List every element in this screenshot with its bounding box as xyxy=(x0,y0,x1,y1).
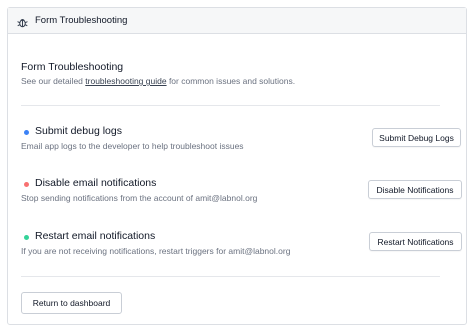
window-title: Form Troubleshooting xyxy=(35,15,128,26)
item-label: Submit debug logs xyxy=(35,125,122,137)
item-description: If you are not receiving notifications, … xyxy=(21,246,291,256)
status-dot xyxy=(24,235,29,240)
page-title: Form Troubleshooting xyxy=(21,61,124,73)
item-description: Email app logs to the developer to help … xyxy=(21,141,244,151)
divider xyxy=(21,105,440,106)
bug-icon xyxy=(17,15,28,28)
main-content: Form Troubleshooting See our detailed tr… xyxy=(21,34,462,324)
submit-debug-logs-button[interactable]: Submit Debug Logs xyxy=(372,128,461,147)
troubleshooting-guide-link[interactable]: troubleshooting guide xyxy=(85,76,166,86)
status-dot xyxy=(24,182,29,187)
status-dot xyxy=(24,130,29,135)
page-description: See our detailed troubleshooting guide f… xyxy=(21,76,295,86)
window-header: Form Troubleshooting xyxy=(8,8,466,34)
item-description: Stop sending notifications from the acco… xyxy=(21,193,258,203)
item-label: Restart email notifications xyxy=(35,230,156,242)
troubleshooting-window: Form Troubleshooting Form Troubleshootin… xyxy=(7,7,467,325)
description-text-start: See our detailed xyxy=(21,76,86,86)
item-label: Disable email notifications xyxy=(35,177,157,189)
divider xyxy=(21,276,440,277)
description-text-end: for common issues and solutions. xyxy=(166,76,296,86)
disable-notifications-button[interactable]: Disable Notifications xyxy=(368,180,462,199)
restart-notifications-button[interactable]: Restart Notifications xyxy=(369,232,462,251)
return-to-dashboard-button[interactable]: Return to dashboard xyxy=(21,292,122,314)
